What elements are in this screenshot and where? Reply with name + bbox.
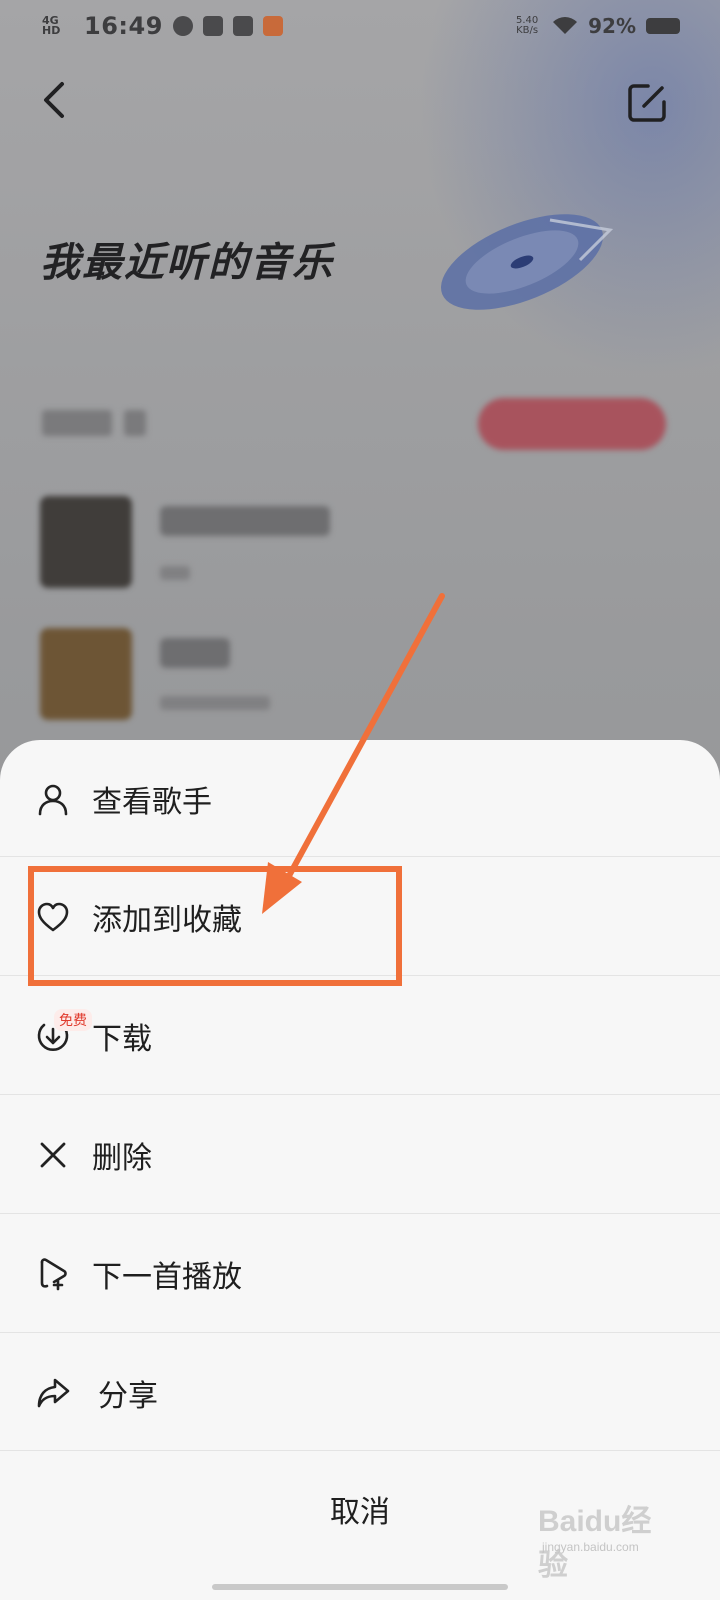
menu-item-share[interactable]: 分享 <box>0 1334 720 1452</box>
baidu-watermark: Baidu经验 jingyan.baidu.com <box>538 1496 678 1582</box>
menu-item-delete[interactable]: 删除 <box>0 1096 720 1214</box>
playlist-title: 我最近听的音乐 <box>40 240 334 286</box>
notification-icon <box>202 16 223 36</box>
share-icon <box>37 1378 70 1408</box>
menu-item-label: 下载 <box>92 1022 152 1057</box>
song-title <box>160 506 330 536</box>
song-title <box>160 638 230 668</box>
status-bar: 4G HD 16:49 5.40 KB/s 92% <box>0 0 720 56</box>
song-artist <box>160 566 190 580</box>
watermark-url: jingyan.baidu.com <box>542 1540 639 1554</box>
wifi-icon <box>553 17 578 34</box>
close-icon <box>40 1142 66 1168</box>
menu-item-download[interactable]: 下载 免费 <box>0 977 720 1095</box>
battery-icon <box>646 18 680 34</box>
menu-item-play-next[interactable]: 下一首播放 <box>0 1215 720 1333</box>
menu-item-label: 删除 <box>92 1141 152 1176</box>
edit-icon[interactable] <box>626 82 668 124</box>
song-cover <box>40 496 132 588</box>
battery-percent: 92% <box>588 14 636 38</box>
menu-item-view-artist[interactable]: 查看歌手 <box>0 740 720 858</box>
app-icon <box>262 16 283 36</box>
song-cover <box>40 628 132 720</box>
song-artist <box>160 696 270 710</box>
network-indicator: 4G HD <box>42 14 61 37</box>
song-count-label <box>42 410 182 436</box>
divider <box>0 856 720 857</box>
annotation-highlight-box <box>28 866 402 986</box>
divider <box>0 1213 720 1214</box>
menu-item-label: 下一首播放 <box>92 1260 242 1295</box>
video-icon <box>232 16 253 36</box>
menu-item-label: 查看歌手 <box>92 785 212 820</box>
free-badge: 免费 <box>54 1009 92 1031</box>
divider <box>0 1332 720 1333</box>
divider <box>0 1094 720 1095</box>
vinyl-disc-image <box>441 214 614 310</box>
notification-icon <box>172 16 193 36</box>
play-next-icon <box>40 1258 67 1291</box>
chevron-left-icon[interactable] <box>36 80 76 120</box>
play-all-button[interactable] <box>478 398 666 450</box>
menu-item-label: 分享 <box>98 1379 158 1414</box>
network-speed: 5.40 KB/s <box>515 15 539 36</box>
status-time: 16:49 <box>84 12 163 40</box>
person-icon <box>38 784 68 816</box>
home-indicator[interactable] <box>212 1584 508 1590</box>
